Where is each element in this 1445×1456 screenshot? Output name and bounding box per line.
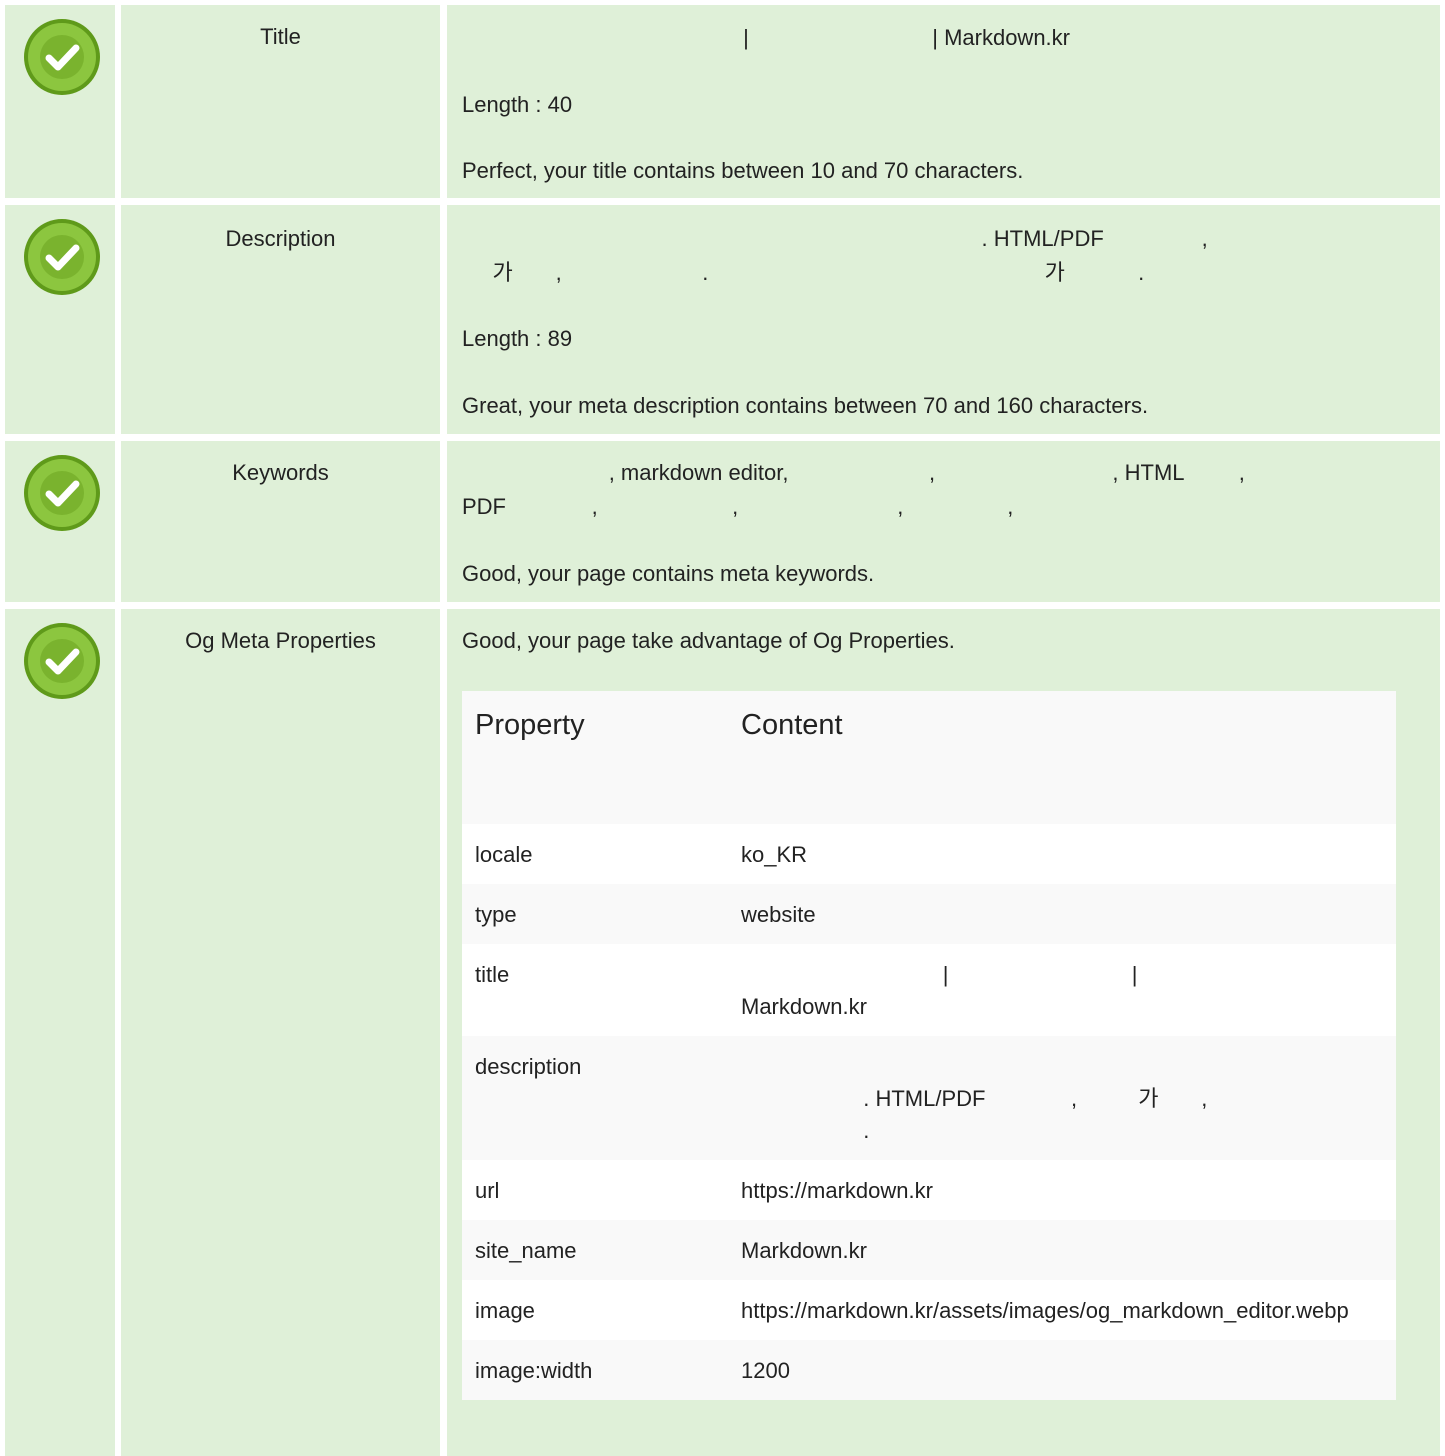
title-message: Perfect, your title contains between 10 … [462, 158, 1024, 183]
table-row: url https://markdown.kr [462, 1160, 1396, 1220]
row-content-cell: Good, your page take advantage of Og Pro… [447, 609, 1440, 1456]
row-label: Title [260, 24, 301, 49]
row-content-cell: , markdown editor, , , HTML , PDF , , , … [447, 441, 1440, 602]
seo-row-description: Description . HTML/PDF , 가 , . 가 . Lengt… [0, 205, 1445, 434]
status-cell [5, 609, 115, 1456]
row-label: Description [225, 226, 336, 251]
table-row: title | | Markdown.kr [462, 944, 1396, 1036]
content-cell: . HTML/PDF , 가 , . [728, 1036, 1396, 1160]
content-cell: https://markdown.kr [728, 1160, 1396, 1220]
check-circle-icon [24, 19, 100, 95]
row-label-cell: Description [121, 205, 440, 434]
row-label: Og Meta Properties [185, 628, 376, 653]
table-row: site_name Markdown.kr [462, 1220, 1396, 1280]
row-content-cell: . HTML/PDF , 가 , . 가 . Length : 89 Great… [447, 205, 1440, 434]
description-length: Length : 89 [462, 326, 573, 351]
check-circle-icon [24, 455, 100, 531]
table-row: description . HTML/PDF , 가 , . [462, 1036, 1396, 1160]
row-label-cell: Og Meta Properties [121, 609, 440, 1456]
property-cell: description [462, 1036, 728, 1160]
og-properties-table: Property Content locale ko_KR type websi… [462, 691, 1396, 1400]
content-cell: Markdown.kr [728, 1220, 1396, 1280]
content-cell: | | Markdown.kr [728, 944, 1396, 1036]
property-cell: image [462, 1280, 728, 1340]
column-header-content: Content [728, 691, 1396, 824]
table-row: image https://markdown.kr/assets/images/… [462, 1280, 1396, 1340]
content-cell: 1200 [728, 1340, 1396, 1400]
seo-row-title: Title | | Markdown.kr Length : 40 Perfec… [0, 5, 1445, 198]
property-cell: url [462, 1160, 728, 1220]
row-label: Keywords [232, 460, 329, 485]
og-table-body: locale ko_KR type website title | | Mark… [462, 824, 1396, 1400]
content-cell: ko_KR [728, 824, 1396, 884]
description-value-line-2: 가 , . 가 . [462, 260, 1145, 285]
status-cell [5, 205, 115, 434]
check-circle-icon [24, 219, 100, 295]
check-circle-icon [24, 623, 100, 699]
table-header-row: Property Content [462, 691, 1396, 824]
keywords-message: Good, your page contains meta keywords. [462, 561, 875, 586]
table-row: image:width 1200 [462, 1340, 1396, 1400]
keywords-value-line-1: , markdown editor, , , HTML , [462, 460, 1245, 485]
property-cell: site_name [462, 1220, 728, 1280]
title-length: Length : 40 [462, 92, 573, 117]
content-cell: https://markdown.kr/assets/images/og_mar… [728, 1280, 1396, 1340]
table-row: type website [462, 884, 1396, 944]
og-message: Good, your page take advantage of Og Pro… [462, 628, 955, 653]
status-cell [5, 5, 115, 198]
table-row: locale ko_KR [462, 824, 1396, 884]
description-message: Great, your meta description contains be… [462, 393, 1149, 418]
property-cell: locale [462, 824, 728, 884]
keywords-value-line-2: PDF , , , , [462, 494, 1014, 519]
row-label-cell: Keywords [121, 441, 440, 602]
property-cell: image:width [462, 1340, 728, 1400]
description-value-line-1: . HTML/PDF , [462, 226, 1208, 251]
row-content-cell: | | Markdown.kr Length : 40 Perfect, you… [447, 5, 1440, 198]
seo-row-keywords: Keywords , markdown editor, , , HTML , P… [0, 441, 1445, 602]
status-cell [5, 441, 115, 602]
seo-row-og-properties: Og Meta Properties Good, your page take … [0, 609, 1445, 1456]
title-value: | | Markdown.kr [462, 25, 1070, 50]
property-cell: type [462, 884, 728, 944]
column-header-property: Property [462, 691, 728, 824]
content-cell: website [728, 884, 1396, 944]
row-label-cell: Title [121, 5, 440, 198]
property-cell: title [462, 944, 728, 1036]
